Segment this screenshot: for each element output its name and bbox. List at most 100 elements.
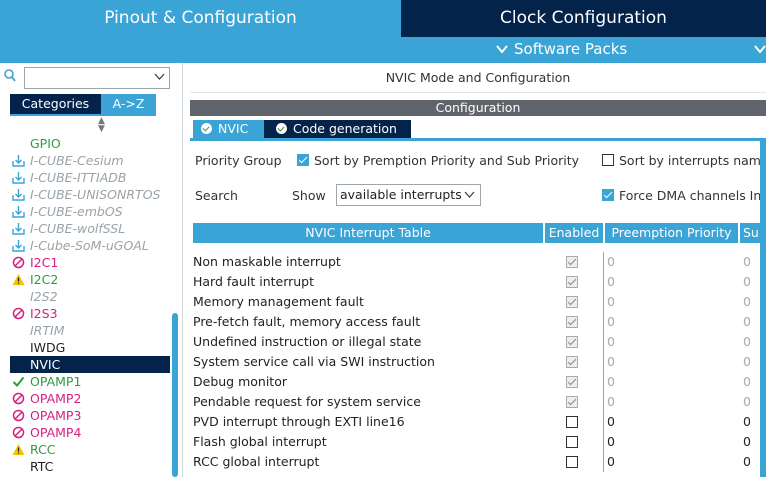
left-scrollbar[interactable] [172, 313, 178, 477]
cell-divider [603, 292, 604, 312]
column-header-preemption[interactable]: Preemption Priority [605, 223, 738, 243]
list-item[interactable]: I-Cube-SoM-uGOAL [10, 237, 170, 254]
search-icon [4, 69, 16, 83]
list-item[interactable]: I2S3 [10, 305, 170, 322]
preemption-priority-value[interactable]: 0 [607, 414, 615, 429]
sort-premption-checkbox[interactable] [297, 154, 309, 166]
tab-categories[interactable]: Categories [10, 94, 101, 114]
cell-divider [603, 392, 604, 412]
list-item[interactable]: OPAMP3 [10, 407, 170, 424]
sub-priority-value[interactable]: 0 [743, 414, 751, 429]
interrupt-name: RCC global interrupt [193, 454, 320, 469]
column-header-name[interactable]: NVIC Interrupt Table [193, 223, 543, 243]
sort-icon[interactable]: ▲ ▼ [98, 117, 105, 134]
list-item[interactable]: I-CUBE-embOS [10, 203, 170, 220]
table-row: Memory management fault 0 0 [193, 292, 766, 312]
list-item[interactable]: OPAMP2 [10, 390, 170, 407]
list-item-label: OPAMP1 [30, 374, 82, 389]
list-item[interactable]: RCC [10, 441, 170, 458]
table-row: Hard fault interrupt 0 0 [193, 272, 766, 292]
list-item-label: OPAMP2 [30, 391, 82, 406]
sub-priority-value: 0 [743, 274, 751, 289]
cell-divider [603, 412, 604, 432]
list-item[interactable]: OPAMP4 [10, 424, 170, 441]
list-item[interactable]: I-CUBE-ITTIADB [10, 169, 170, 186]
search-input[interactable] [24, 67, 170, 89]
show-label: Show [292, 188, 326, 203]
priority-group-label: Priority Group [195, 153, 282, 168]
chevron-down-icon [464, 185, 475, 205]
list-item[interactable]: I-CUBE-wolfSSL [10, 220, 170, 237]
software-packs-menu[interactable]: Software Packs [496, 40, 627, 58]
chevron-down-icon[interactable] [154, 70, 165, 84]
interrupt-name: System service call via SWI instruction [193, 354, 435, 369]
tab-pinout-configuration[interactable]: Pinout & Configuration [0, 0, 401, 37]
list-item[interactable]: I2C2 [10, 271, 170, 288]
list-item[interactable]: IRTIM [10, 322, 170, 339]
check-icon [12, 375, 25, 388]
interrupt-name: Undefined instruction or illegal state [193, 334, 422, 349]
search-label: Search [195, 188, 238, 203]
chevron-down-icon[interactable] [754, 40, 766, 58]
warning-icon [12, 443, 25, 456]
tab-code-generation[interactable]: Code generation [264, 120, 411, 138]
list-item[interactable]: I-CUBE-UNISONRTOS [10, 186, 170, 203]
interrupt-name: PVD interrupt through EXTI line16 [193, 414, 405, 429]
list-item[interactable]: GPIO [10, 135, 170, 152]
preemption-priority-value[interactable]: 0 [607, 454, 615, 469]
cell-divider [603, 272, 604, 292]
app-window: Pinout & Configuration Clock Configurati… [0, 0, 766, 477]
list-item-label: I2C2 [30, 272, 59, 287]
interrupt-name: Pendable request for system service [193, 394, 421, 409]
force-dma-checkbox[interactable] [602, 189, 614, 201]
list-item[interactable]: IWDG [10, 339, 170, 356]
sub-priority-value[interactable]: 0 [743, 434, 751, 449]
show-select[interactable]: available interrupts [336, 184, 481, 206]
list-item[interactable]: I-CUBE-Cesium [10, 152, 170, 169]
table-row: Pendable request for system service 0 0 [193, 392, 766, 412]
column-header-enabled[interactable]: Enabled [545, 223, 603, 243]
check-icon [276, 123, 287, 134]
enabled-checkbox [566, 336, 578, 348]
tab-a-to-z[interactable]: A->Z [101, 94, 156, 114]
list-item[interactable]: I2S2 [10, 288, 170, 305]
download-icon [12, 239, 25, 252]
list-item-label: I-CUBE-UNISONRTOS [30, 187, 161, 202]
sort-premption-label: Sort by Premption Priority and Sub Prior… [314, 153, 580, 168]
interrupt-name: Hard fault interrupt [193, 274, 315, 289]
enabled-checkbox[interactable] [566, 456, 578, 468]
enabled-checkbox[interactable] [566, 436, 578, 448]
preemption-priority-value[interactable]: 0 [607, 434, 615, 449]
list-item[interactable]: RTC [10, 458, 170, 475]
sub-priority-value[interactable]: 0 [743, 454, 751, 469]
enabled-checkbox [566, 396, 578, 408]
tab-nvic[interactable]: NVIC [193, 120, 264, 138]
list-item-label: OPAMP4 [30, 425, 82, 440]
table-row: Undefined instruction or illegal state 0 0 [193, 332, 766, 352]
page-title: NVIC Mode and Configuration [190, 63, 766, 93]
preemption-priority-value: 0 [607, 354, 615, 369]
list-item[interactable]: NVIC [10, 356, 170, 373]
subtab-underline [190, 138, 766, 141]
preemption-priority-value: 0 [607, 274, 615, 289]
enabled-checkbox[interactable] [566, 416, 578, 428]
peripheral-list: GPIO I-CUBE-Cesium I-CUBE-ITTIADB I-CUBE-UN… [10, 135, 170, 475]
list-item[interactable]: OPAMP1 [10, 373, 170, 390]
sub-priority-value: 0 [743, 314, 751, 329]
list-item-label: I-CUBE-ITTIADB [30, 170, 127, 185]
sub-priority-value: 0 [743, 294, 751, 309]
list-item-label: I2S2 [30, 289, 58, 304]
sub-priority-value: 0 [743, 394, 751, 409]
sort-interrupts-checkbox[interactable] [602, 154, 614, 166]
tab-nvic-label: NVIC [218, 121, 249, 136]
right-scrollbar[interactable] [760, 141, 766, 477]
disabled-icon [12, 392, 25, 405]
interrupt-name: Memory management fault [193, 294, 364, 309]
list-item[interactable]: I2C1 [10, 254, 170, 271]
enabled-checkbox [566, 356, 578, 368]
warning-icon [12, 273, 25, 286]
chevron-down-icon [496, 40, 508, 58]
preemption-priority-value: 0 [607, 334, 615, 349]
tab-clock-configuration[interactable]: Clock Configuration [401, 0, 766, 37]
disabled-icon [12, 307, 25, 320]
